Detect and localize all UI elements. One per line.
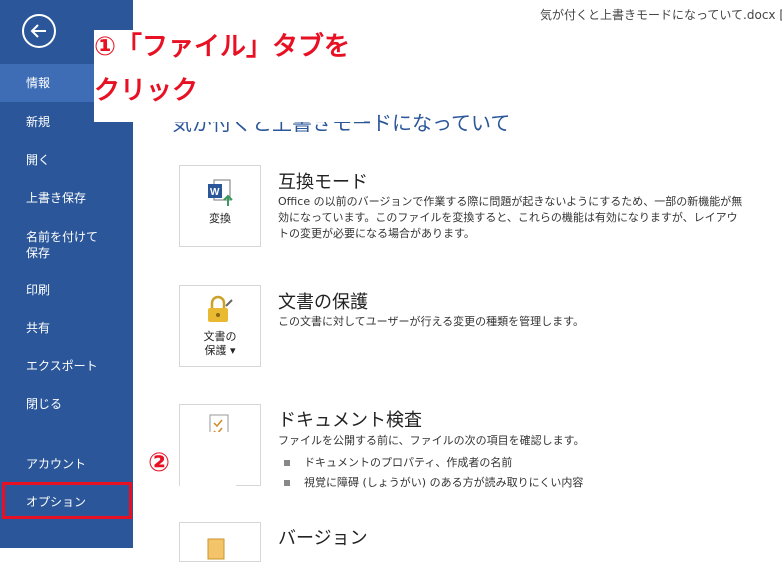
convert-label: 変換 (209, 212, 231, 225)
sidebar-item-export[interactable]: エクスポート (0, 358, 133, 374)
sidebar-item-label: アカウント (26, 457, 87, 471)
word-convert-icon: W (208, 179, 233, 206)
sidebar-item-label: 上書き保存 (26, 191, 87, 205)
protect-label-1: 文書の (203, 330, 237, 343)
version-title: バージョン (278, 528, 368, 549)
sidebar-item-close[interactable]: 閉じる (0, 396, 133, 412)
options-highlight-frame (2, 482, 132, 519)
protect-title: 文書の保護 (278, 292, 368, 313)
lock-icon (208, 295, 233, 322)
annotation-step1: ①「ファイル」タブを (94, 32, 351, 62)
sidebar-item-share[interactable]: 共有 (0, 320, 133, 336)
window-title: 気が付くと上書きモードになっていて.docx [互換モード (540, 8, 782, 22)
back-button[interactable] (22, 14, 56, 48)
sidebar-item-label: 名前を付けて (26, 230, 99, 244)
sidebar-item-label: 情報 (26, 76, 51, 90)
bullet-icon (284, 480, 290, 486)
sidebar-item-label: 開く (26, 153, 51, 167)
sidebar-item-label: 新規 (26, 115, 51, 129)
sidebar-item-print[interactable]: 印刷 (0, 282, 133, 298)
protect-document-button[interactable]: 文書の 保護 ▾ (179, 285, 261, 367)
sidebar-item-label: 共有 (26, 321, 51, 335)
inspect-title: ドキュメント検査 (278, 410, 422, 431)
sidebar-item-label: 保存 (26, 246, 51, 260)
protect-desc: この文書に対してユーザーが行える変更の種類を管理します。 (278, 315, 585, 328)
inspect-bullet: 視覚に障碍 (しょうがい) のある方が読み取りにくい内容 (284, 474, 583, 490)
compat-mode-title: 互換モード (278, 172, 368, 193)
inspect-desc: ファイルを公開する前に、ファイルの次の項目を確認します。 (278, 434, 585, 447)
compat-mode-desc: Office の以前のバージョンで作業する際に問題が起きないようにするため、一部… (278, 195, 743, 240)
annotation-step1-line2: クリック (94, 76, 199, 106)
svg-text:W: W (210, 187, 220, 198)
bullet-icon (284, 460, 290, 466)
sidebar-item-label: 印刷 (26, 283, 51, 297)
sidebar-item-save-as[interactable]: 名前を付けて 保存 (0, 229, 133, 261)
sidebar-item-label: エクスポート (26, 359, 98, 373)
sidebar-item-label: 閉じる (26, 397, 63, 411)
annotation-step2: ② (148, 448, 171, 478)
manage-versions-button[interactable] (179, 522, 261, 562)
bullet-text: 視覚に障碍 (しょうがい) のある方が読み取りにくい内容 (304, 476, 584, 489)
sidebar-item-open[interactable]: 開く (0, 152, 133, 168)
convert-button[interactable]: W 変換 (179, 165, 261, 247)
inspect-bullet: ドキュメントのプロパティ、作成者の名前 (284, 454, 512, 470)
annotation-cover (180, 432, 236, 488)
arrow-left-icon (30, 24, 46, 38)
sidebar-item-account[interactable]: アカウント (0, 456, 133, 472)
sidebar-item-save[interactable]: 上書き保存 (0, 190, 133, 206)
protect-label-2: 保護 ▾ (204, 344, 236, 357)
versions-icon (207, 538, 225, 560)
bullet-text: ドキュメントのプロパティ、作成者の名前 (304, 456, 513, 469)
